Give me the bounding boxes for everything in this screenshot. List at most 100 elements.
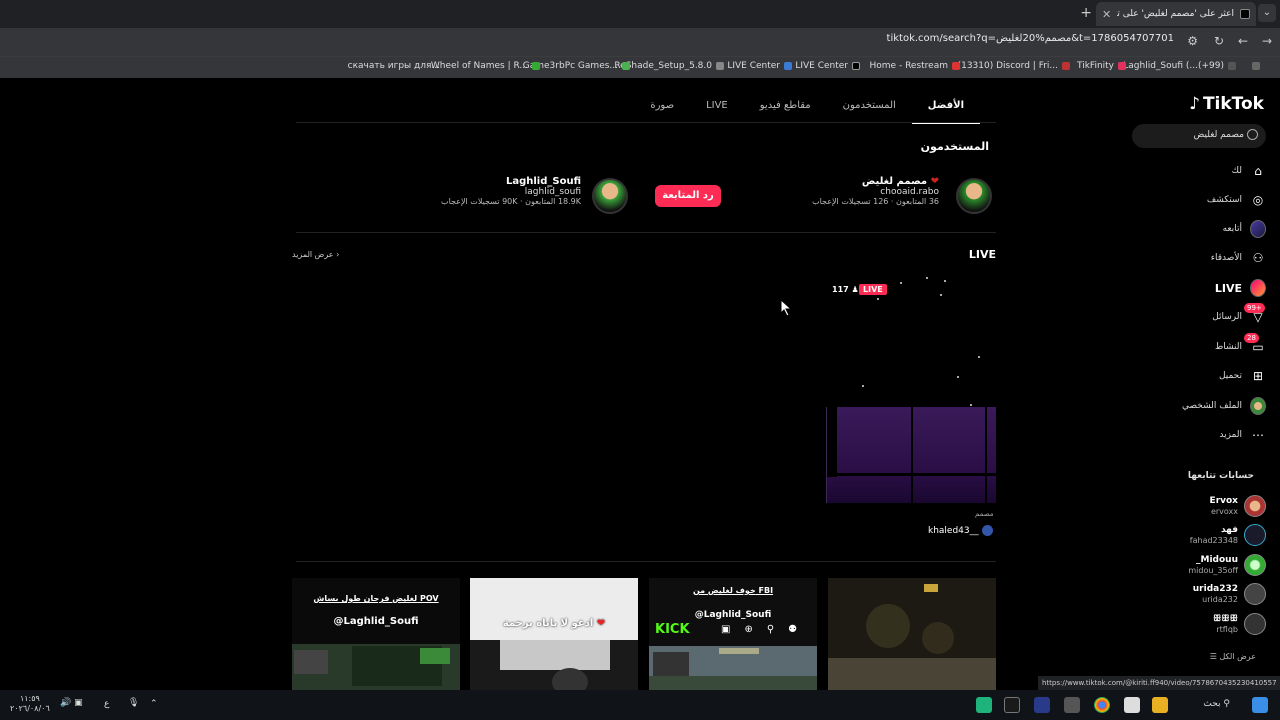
bookmark-item[interactable]: Home - Restream — [870, 61, 960, 71]
live-category: مصمم — [975, 510, 994, 518]
video-caption: خوف لغليض من FBI — [692, 586, 774, 595]
sidebar-item-friends[interactable]: ⚇ الأصدقاء — [1136, 247, 1266, 269]
browser-tab[interactable]: اعثر على 'مصمم لغليض' على تيك ✕ — [1096, 2, 1256, 26]
store-icon[interactable] — [1124, 697, 1140, 713]
avatar — [1244, 613, 1266, 635]
search-input[interactable]: مصمم لغليض — [1132, 124, 1266, 148]
kick-logo: KICK — [655, 622, 690, 637]
particle-dot — [970, 404, 972, 406]
sidebar-item-upload[interactable]: ⊞ تحميل — [1136, 365, 1266, 387]
tab-live[interactable]: LIVE — [690, 98, 744, 124]
new-tab-icon[interactable]: + — [1080, 5, 1092, 21]
sidebar-item-profile[interactable]: الملف الشخصي — [1136, 395, 1266, 417]
language-indicator[interactable]: ع — [104, 699, 109, 709]
tabs-divider — [296, 122, 996, 123]
app-icon[interactable] — [1034, 697, 1050, 713]
sidebar-item-messages[interactable]: ▽ +99 الرسائل — [1136, 303, 1266, 328]
users-section-title: المستخدمون — [920, 140, 989, 153]
bookmark-item[interactable]: Laghlid_Soufi (...(+99) — [1123, 61, 1236, 71]
bookmark-item[interactable]: Wheel of Names | R... — [431, 61, 540, 71]
see-all-following-link[interactable]: عرض الكل ☰ — [1210, 652, 1256, 661]
search-tabs: الأفضل المستخدمون مقاطع فيديو LIVE صورة — [600, 98, 980, 124]
app-icon[interactable] — [976, 697, 992, 713]
bookmark-item[interactable]: ReShade_Setup_5.8.0 — [614, 61, 724, 71]
home-icon: ⌂ — [1254, 164, 1262, 178]
start-icon[interactable] — [1252, 697, 1268, 713]
tab-photos[interactable]: صورة — [634, 98, 690, 124]
sidebar: ♪ TikTok مصمم لغليض ⌂ لك ◎ استكشف أتابعه ⚇ ا… — [1130, 78, 1280, 690]
bookmark-item[interactable]: (13310) Discord | Fri... — [958, 61, 1070, 71]
sidebar-item-explore[interactable]: ◎ استكشف — [1136, 189, 1266, 211]
video-image — [828, 578, 996, 690]
particle-dot — [940, 294, 942, 296]
reload-icon[interactable]: ↻ — [1214, 34, 1224, 48]
following-account[interactable]: urida232 urida232 — [1136, 580, 1266, 608]
tab-top[interactable]: الأفضل — [911, 98, 980, 124]
live-stream-thumbnail[interactable] — [826, 407, 997, 503]
friends-icon: ⚇ — [1252, 251, 1264, 265]
list-icon: ☰ — [1209, 652, 1217, 661]
messages-badge: +99 — [1244, 303, 1265, 313]
following-account[interactable]: ꕥꕥꕥ rtflqb — [1136, 610, 1266, 638]
following-avatar-icon — [1250, 220, 1266, 238]
bookmark-item[interactable]: скачать игры для... — [348, 61, 440, 71]
sidebar-item-following[interactable]: أتابعه — [1136, 218, 1266, 240]
bookmark-item[interactable]: TikFinity — [1077, 61, 1126, 71]
app-icon[interactable] — [1064, 697, 1080, 713]
see-more-link[interactable]: ‹ عرض المزيد — [292, 250, 339, 259]
tray-icons[interactable]: 🔊 ▣ — [60, 698, 83, 708]
sidebar-item-activity[interactable]: ▭ 28 النشاط — [1136, 333, 1266, 358]
user-card-2[interactable]: Laghlid_Soufi laghlid_soufi 18.9K المتاب… — [441, 176, 581, 206]
forward-icon[interactable]: ← — [1238, 34, 1248, 48]
back-icon[interactable]: → — [1262, 34, 1272, 48]
show-hidden-icons[interactable]: ⌃ — [150, 699, 158, 709]
sidebar-item-more[interactable]: ⋯ المزيد — [1136, 424, 1266, 446]
user-name: Laghlid_Soufi — [505, 176, 581, 187]
avatar — [981, 525, 993, 536]
bookmark-item[interactable]: LIVE Center — [727, 61, 792, 71]
messages-icon: ▽ +99 — [1244, 303, 1266, 325]
user-stats: 18.9K المتابعون · 90K تسجيلات الإعجاب — [441, 197, 581, 206]
video-thumbnail[interactable]: لغليض فرحان طول بساش POV @Laghlid_Soufi — [292, 578, 460, 690]
video-thumbnail[interactable] — [828, 578, 996, 690]
file-explorer-icon[interactable] — [1152, 697, 1168, 713]
video-image — [292, 644, 460, 690]
browser-tab-bar: ⌄ اعثر على 'مصمم لغليض' على تيك ✕ + — [0, 0, 1280, 28]
bookmark-item[interactable] — [1248, 61, 1260, 71]
bookmark-item[interactable]: LIVE Center — [795, 61, 860, 71]
sidebar-item-live[interactable]: LIVE — [1136, 277, 1266, 299]
site-settings-icon[interactable]: ⚙ — [1187, 34, 1198, 48]
address-bar: → ← ↻ ⚙ tiktok.com/search?q=مصمم%20لغليض… — [0, 28, 1280, 56]
browser-tab-title: اعثر على 'مصمم لغليض' على تيك — [1117, 9, 1234, 19]
status-bar-url: https://www.tiktok.com/@kiriti.ff940/vid… — [1038, 676, 1280, 690]
user-card-1[interactable]: ❤ مصمم لغليض chooaid.rabo 36 المتابعون ·… — [812, 176, 939, 206]
video-thumbnail[interactable]: خوف لغليض من FBI @Laghlid_Soufi KICK ▣⊕⚲… — [649, 578, 817, 690]
activity-badge: 28 — [1244, 333, 1259, 343]
viewer-count: 117 ♟ — [832, 285, 859, 294]
close-tab-icon[interactable]: ✕ — [1102, 8, 1111, 21]
following-account[interactable]: فهد fahad23348 — [1136, 521, 1266, 549]
overlay-icons: ▣⊕⚲⚉ — [721, 624, 812, 635]
particle-dot — [978, 356, 980, 358]
clock[interactable]: ١١:٥٩ ٢٠٢٦/٠٨/٠٦ — [10, 694, 50, 714]
live-user[interactable]: khaled43__ — [928, 525, 993, 536]
follow-back-button[interactable]: رد المتابعة — [655, 185, 721, 207]
video-thumbnail[interactable]: ادعو لا باباه برحمة ❤ — [470, 578, 638, 690]
tab-search-icon[interactable]: ⌄ — [1258, 4, 1276, 22]
microphone-icon[interactable]: 🎙 — [128, 698, 139, 708]
tab-videos[interactable]: مقاطع فيديو — [744, 98, 827, 124]
chrome-icon[interactable] — [1094, 697, 1110, 713]
user-handle: chooaid.rabo — [880, 187, 939, 197]
search-icon — [1247, 129, 1258, 140]
video-image — [649, 646, 817, 690]
tiktok-logo[interactable]: ♪ TikTok — [1189, 94, 1264, 114]
tab-users[interactable]: المستخدمون — [827, 98, 912, 124]
particle-dot — [900, 282, 902, 284]
sidebar-item-for-you[interactable]: ⌂ لك — [1136, 160, 1266, 182]
video-caption: ادعو لا باباه برحمة ❤ — [502, 618, 606, 629]
taskbar-search[interactable]: بحث ⚲ — [1203, 699, 1230, 709]
url-field[interactable]: tiktok.com/search?q=مصمم%20لغليض&t=17860… — [887, 33, 1174, 44]
following-account[interactable]: Midouu_ midou_35off — [1136, 551, 1266, 579]
app-icon[interactable] — [1004, 697, 1020, 713]
following-account[interactable]: Ervox ervoxx — [1136, 492, 1266, 520]
